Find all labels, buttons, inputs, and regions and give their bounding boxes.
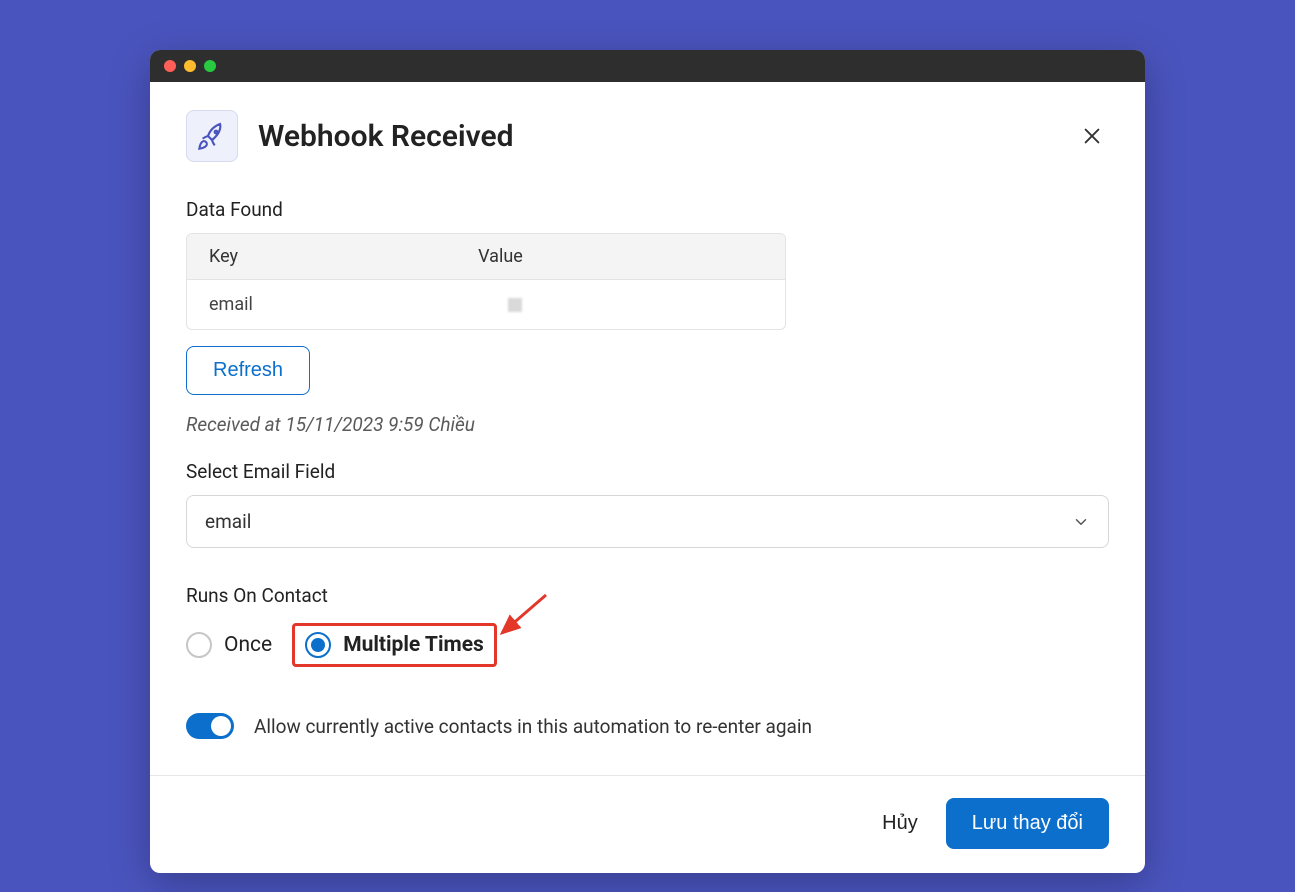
close-icon [1081, 125, 1103, 147]
table-header: Key Value [187, 234, 785, 280]
data-found-table: Key Value email [186, 233, 786, 330]
rocket-icon [186, 110, 238, 162]
window-minimize-dot[interactable] [184, 60, 196, 72]
redacted-value [508, 298, 522, 312]
radio-multiple-circle [305, 632, 331, 658]
save-button[interactable]: Lưu thay đổi [946, 798, 1109, 849]
window-titlebar [150, 50, 1145, 82]
runs-on-contact-label: Runs On Contact [186, 584, 1109, 607]
chevron-down-icon [1072, 513, 1090, 531]
allow-reenter-toggle[interactable] [186, 713, 234, 739]
email-field-select[interactable]: email [186, 495, 1109, 548]
allow-reenter-row: Allow currently active contacts in this … [186, 713, 1109, 775]
cell-value [456, 280, 785, 329]
refresh-button[interactable]: Refresh [186, 346, 310, 395]
modal-window: Webhook Received Data Found Key Value em… [150, 50, 1145, 873]
modal-footer: Hủy Lưu thay đổi [150, 775, 1145, 873]
received-at-text: Received at 15/11/2023 9:59 Chiều [186, 413, 1109, 436]
close-button[interactable] [1075, 119, 1109, 153]
radio-once-circle [186, 632, 212, 658]
modal-body: Webhook Received Data Found Key Value em… [150, 82, 1145, 775]
cancel-button[interactable]: Hủy [882, 812, 918, 835]
radio-multiple-label: Multiple Times [343, 633, 484, 657]
window-maximize-dot[interactable] [204, 60, 216, 72]
data-found-label: Data Found [186, 198, 1109, 221]
email-field-selected-value: email [205, 510, 251, 533]
modal-title: Webhook Received [258, 119, 1075, 154]
radio-multiple[interactable]: Multiple Times [305, 632, 484, 658]
annotation-highlight-box: Multiple Times [292, 623, 497, 667]
col-header-key: Key [187, 234, 456, 279]
col-header-value: Value [456, 234, 785, 279]
radio-once-label: Once [224, 633, 272, 657]
runs-on-contact-radios: Once Multiple Times [186, 623, 1109, 667]
radio-once[interactable]: Once [186, 632, 272, 658]
modal-header: Webhook Received [186, 110, 1109, 162]
cell-key: email [187, 280, 456, 329]
window-close-dot[interactable] [164, 60, 176, 72]
select-email-field-label: Select Email Field [186, 460, 1109, 483]
table-row: email [187, 280, 785, 329]
allow-reenter-label: Allow currently active contacts in this … [254, 715, 812, 738]
